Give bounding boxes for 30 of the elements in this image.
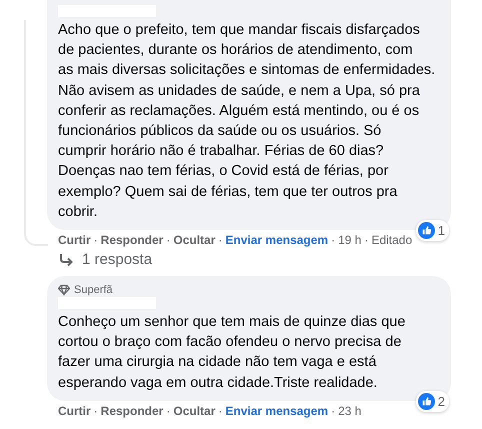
separator-dot: · [364,233,368,248]
replies-link[interactable]: 1 resposta [58,251,451,268]
action-link[interactable]: Ocultar [173,404,216,418]
separator-dot: · [218,404,222,418]
comment-text: Conheço um senhor que tem mais de quinze dias que cortou o braço com facão ofendeu o nervo precisa de fazer uma cirurgia na cidade não tem vaga e está esperando vaga em outra cidade.Triste realidade. [58,313,406,393]
reply-arrow-icon [58,252,74,267]
comment-meta: 23 h [338,404,362,418]
reaction-count[interactable]: 1 [416,220,449,242]
action-link[interactable]: Curtir [58,404,91,418]
comment-meta: Editado [371,233,412,248]
action-link[interactable]: Responder [100,404,164,418]
reaction-count[interactable]: 2 [416,390,449,412]
separator-dot: · [94,233,98,248]
message-link[interactable]: Enviar mensagem [225,233,328,248]
thumbs-up-icon [418,222,435,240]
separator-dot: · [331,233,336,248]
separator-dot: · [94,404,98,418]
action-link[interactable]: Ocultar [173,233,216,248]
separator-dot: · [218,233,222,248]
separator-dot: · [166,404,170,418]
action-link[interactable]: Responder [100,233,164,248]
action-link[interactable]: Curtir [58,233,91,248]
thumbs-up-icon [418,392,435,410]
separator-dot: · [166,233,170,248]
comment-text: Acho que o prefeito, tem que mandar fiscais disfarçados de pacientes, durante os horários de atendimento, com as mais diversas solicitações e sintomas de enfermidades. Não avisem as unidades de saúde, e nem a Upa, só pra conferir as reclamações. Alguém está mentindo, ou é os funcionários públicos da saúde ou os usuários. Só cumprir horário não é trabalhar. Férias de 60 dias? Doenças nao tem férias, o Covid está de férias, por exemplo? Quem sai de férias, tem que ter outros pra cobrir. [58,21,436,222]
badge-label: Superfã [74,284,113,296]
comment-meta: 19 h [338,233,362,248]
diamond-icon [58,284,70,296]
message-link[interactable]: Enviar mensagem [225,404,328,418]
separator-dot: · [331,404,336,418]
